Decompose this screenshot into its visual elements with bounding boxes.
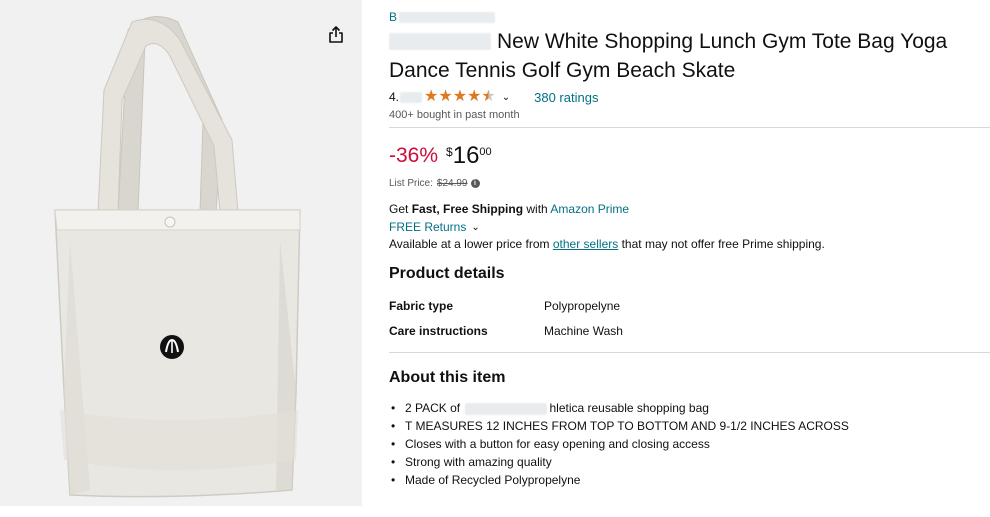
list-price-value: $24.99 bbox=[436, 178, 468, 189]
divider bbox=[389, 352, 990, 353]
list-item: Made of Recycled Polypropelyne bbox=[389, 471, 990, 489]
bullet-text: 2 PACK of bbox=[405, 401, 461, 415]
free-returns-text[interactable]: FREE Returns bbox=[389, 220, 466, 234]
other-sellers-link[interactable]: other sellers bbox=[553, 237, 618, 251]
spec-row: Fabric type Polypropelyne bbox=[389, 299, 990, 324]
divider bbox=[389, 127, 990, 128]
list-item: T MEASURES 12 INCHES FROM TOP TO BOTTOM … bbox=[389, 417, 990, 435]
list-price-label: List Price: bbox=[389, 178, 433, 189]
chevron-down-icon[interactable]: ⌄ bbox=[471, 222, 479, 233]
bought-in-past-month: 400+ bought in past month bbox=[389, 109, 520, 121]
product-title: New White Shopping Lunch Gym Tote Bag Yo… bbox=[389, 27, 989, 85]
rating-value: 4. bbox=[389, 90, 400, 104]
list-item: Closes with a button for easy opening an… bbox=[389, 435, 990, 453]
brand-link-text[interactable]: B bbox=[389, 10, 397, 24]
discount-percentage: -36% bbox=[389, 144, 439, 167]
price-row: -36% $ 16 00 bbox=[389, 142, 990, 170]
spec-value: Machine Wash bbox=[544, 324, 623, 338]
star-icon: ★ bbox=[438, 88, 453, 105]
list-item: Strong with amazing quality bbox=[389, 453, 990, 471]
product-specs: Fabric type Polypropelyne Care instructi… bbox=[389, 299, 990, 349]
bullet-text: Made of Recycled Polypropelyne bbox=[405, 473, 581, 487]
brand-redaction bbox=[399, 12, 496, 24]
star-icon: ★ bbox=[424, 88, 439, 105]
spec-value: Polypropelyne bbox=[544, 299, 621, 313]
shipping-info: Get Fast, Free Shipping with Amazon Prim… bbox=[389, 202, 990, 216]
spec-row: Care instructions Machine Wash bbox=[389, 324, 990, 349]
share-button[interactable] bbox=[325, 24, 347, 46]
chevron-down-icon[interactable]: ⌄ bbox=[502, 92, 510, 103]
price-fraction: 00 bbox=[479, 146, 492, 158]
price: $ 16 00 bbox=[446, 142, 492, 170]
half-star-icon: ★ bbox=[481, 88, 496, 105]
star-rating[interactable]: ★ ★ ★ ★ ★ ⌄ bbox=[424, 89, 510, 105]
product-details-column: B New White Shopping Lunch Gym Tote Bag … bbox=[389, 8, 990, 489]
shipping-bold: Fast, Free Shipping bbox=[411, 202, 524, 216]
bullet-text: Strong with amazing quality bbox=[405, 455, 552, 469]
star-icon: ★ bbox=[452, 88, 468, 105]
info-icon[interactable]: i bbox=[470, 179, 480, 188]
bullet-redaction bbox=[465, 402, 548, 415]
product-details-heading: Product details bbox=[389, 265, 505, 282]
lower-price-notice: Available at a lower price from other se… bbox=[389, 237, 990, 251]
list-price: List Price: $24.99 i bbox=[389, 178, 990, 189]
shipping-with: with bbox=[526, 202, 548, 216]
amazon-prime-link[interactable]: Amazon Prime bbox=[550, 202, 629, 216]
about-this-item-heading: About this item bbox=[389, 369, 506, 386]
brand-link[interactable]: B bbox=[389, 10, 496, 26]
free-returns[interactable]: FREE Returns ⌄ bbox=[389, 220, 990, 234]
shipping-prefix: Get bbox=[389, 202, 409, 216]
spec-key: Fabric type bbox=[389, 299, 454, 313]
star-icon: ★ bbox=[467, 88, 482, 105]
price-whole: 16 bbox=[452, 142, 480, 169]
lower-price-prefix: Available at a lower price from bbox=[389, 237, 550, 251]
tote-bag-image bbox=[0, 0, 362, 506]
about-bullets: 2 PACK of hletica reusable shopping bag … bbox=[389, 399, 990, 489]
ratings-count-link[interactable]: 380 ratings bbox=[534, 90, 598, 105]
bullet-text: Closes with a button for easy opening an… bbox=[405, 437, 710, 451]
bullet-text: hletica reusable shopping bag bbox=[549, 401, 709, 415]
rating-row: 4. ★ ★ ★ ★ ★ ⌄ 380 ratings bbox=[389, 88, 990, 106]
list-item: 2 PACK of hletica reusable shopping bag bbox=[389, 399, 990, 417]
lower-price-suffix: that may not offer free Prime shipping. bbox=[621, 237, 825, 251]
share-icon bbox=[329, 26, 343, 43]
title-redaction bbox=[389, 33, 491, 50]
spec-key: Care instructions bbox=[389, 324, 488, 338]
rating-redaction bbox=[400, 91, 423, 103]
product-image-panel[interactable] bbox=[0, 0, 362, 506]
price-symbol: $ bbox=[446, 145, 453, 159]
bullet-text: T MEASURES 12 INCHES FROM TOP TO BOTTOM … bbox=[405, 419, 849, 433]
